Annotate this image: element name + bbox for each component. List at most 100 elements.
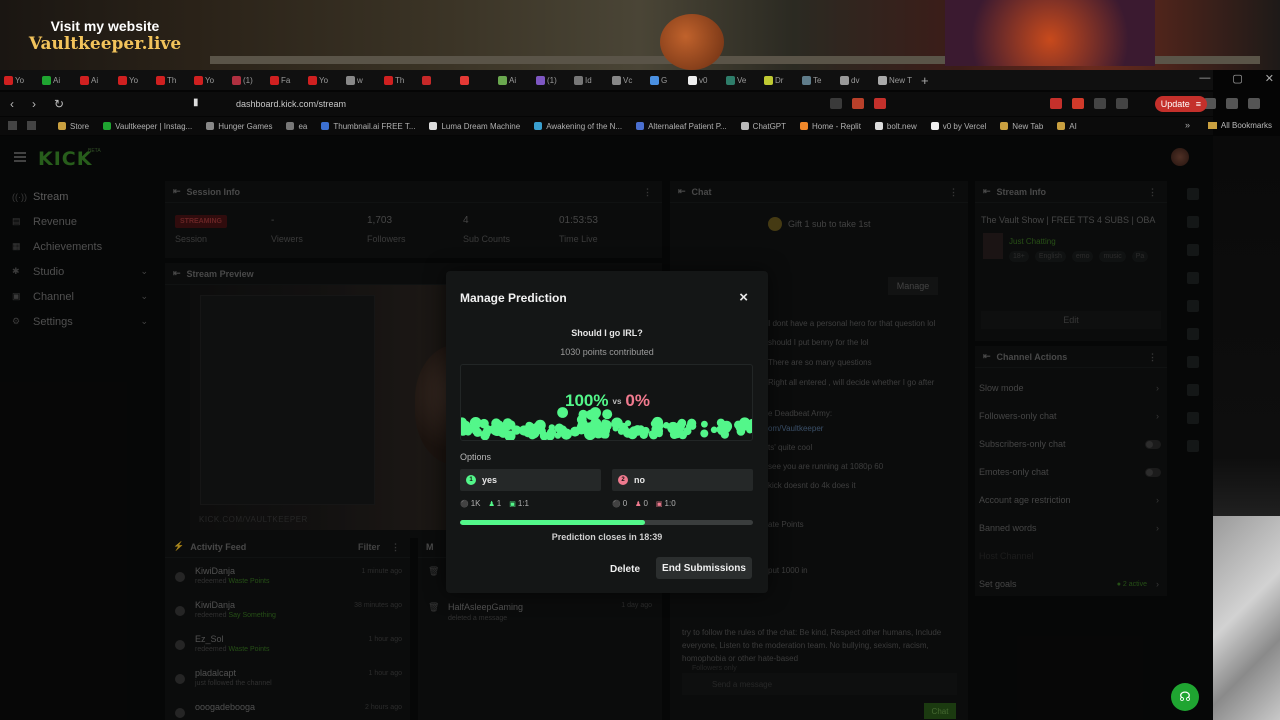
prediction-bubble xyxy=(738,419,750,431)
stat-users-value: 0 xyxy=(643,499,648,508)
extension-red-icon[interactable] xyxy=(1050,98,1062,109)
browser-tab[interactable]: Dr xyxy=(764,73,797,87)
option-yes-stats: ⚫ 1K ♟ 1 ▣ 1:1 xyxy=(460,499,529,508)
browser-tab[interactable]: v0 xyxy=(688,73,721,87)
prediction-bubble xyxy=(499,429,508,438)
browser-tab[interactable]: (1) xyxy=(536,73,569,87)
update-button[interactable]: Update ≡ xyxy=(1154,96,1207,112)
options-label: Options xyxy=(460,452,492,462)
new-tab-button[interactable]: + xyxy=(921,73,929,88)
window-controls: — ▢ ✕ xyxy=(1199,72,1274,85)
bookmark-item[interactable]: Home - Replit xyxy=(800,122,861,131)
bookmark-item[interactable]: Hunger Games xyxy=(206,122,272,131)
bookmark-item[interactable]: Awakening of the N... xyxy=(534,122,622,131)
tab-title: Ai xyxy=(53,75,61,85)
extension-puzzle-icon[interactable] xyxy=(1094,98,1106,109)
tab-favicon-icon xyxy=(308,75,317,85)
bookmark-item[interactable]: Thumbnail.ai FREE T... xyxy=(321,122,415,131)
tab-favicon-icon xyxy=(42,75,51,85)
browser-tab[interactable]: Ve xyxy=(726,73,759,87)
brave-rewards-icon[interactable] xyxy=(874,98,886,109)
prediction-bubble xyxy=(624,420,632,427)
bookmark-item[interactable]: v0 by Vercel xyxy=(930,122,986,131)
close-window-icon[interactable]: ✕ xyxy=(1265,72,1274,85)
bookmark-favicon-icon xyxy=(58,122,66,130)
bookmark-favicon-icon xyxy=(286,122,295,130)
bookmarks-more-icon[interactable]: » xyxy=(1185,120,1190,130)
vpn-icon[interactable] xyxy=(1248,98,1260,109)
browser-tab[interactable]: Yo xyxy=(118,73,151,87)
bookmark-item[interactable]: ea xyxy=(286,122,307,131)
prediction-bubble xyxy=(592,411,600,419)
prediction-bubble xyxy=(686,422,694,430)
forward-icon[interactable]: › xyxy=(32,97,44,111)
apps-grid-icon[interactable] xyxy=(27,121,36,130)
extension-v-icon[interactable] xyxy=(1072,98,1084,109)
brave-shield-icon[interactable] xyxy=(852,98,864,109)
bookmark-item[interactable]: New Tab xyxy=(1000,122,1043,131)
delete-button[interactable]: Delete xyxy=(604,559,646,579)
back-icon[interactable]: ‹ xyxy=(10,97,22,111)
url-input[interactable]: dashboard.kick.com/stream xyxy=(236,99,346,109)
browser-tab[interactable]: Ai xyxy=(498,73,531,87)
bookmark-item[interactable]: Vaultkeeper | Instag... xyxy=(103,122,192,131)
tab-title: (1) xyxy=(547,75,557,85)
browser-tab[interactable]: w xyxy=(346,73,379,87)
browser-tab[interactable]: (1) xyxy=(232,73,265,87)
webcam-cloth xyxy=(1213,516,1280,720)
minimize-icon[interactable]: — xyxy=(1199,72,1210,85)
prediction-bubble xyxy=(554,423,564,433)
browser-tab[interactable]: Ai xyxy=(80,73,113,87)
stat-points: ⚫ 0 xyxy=(612,499,627,508)
all-bookmarks[interactable]: All Bookmarks xyxy=(1207,121,1272,130)
bookmark-item[interactable]: AI xyxy=(1057,122,1077,131)
browser-tab[interactable]: Th xyxy=(156,73,189,87)
bookmark-label: Awakening of the N... xyxy=(546,121,623,131)
prediction-bubble xyxy=(652,425,664,437)
prediction-bubble xyxy=(629,426,639,437)
bookmark-item[interactable]: Alternaleaf Patient P... xyxy=(636,122,727,131)
prediction-bubble xyxy=(591,424,603,436)
stat-points: ⚫ 1K xyxy=(460,499,481,508)
browser-tab[interactable]: Id xyxy=(574,73,607,87)
browser-tab[interactable]: Vc xyxy=(612,73,645,87)
reading-list-icon[interactable] xyxy=(8,121,17,130)
reload-icon[interactable]: ↻ xyxy=(54,97,66,111)
browser-tab[interactable]: Fa xyxy=(270,73,303,87)
menu-icon[interactable]: ≡ xyxy=(1196,99,1201,109)
browser-tab[interactable]: Te xyxy=(802,73,835,87)
tab-favicon-icon xyxy=(194,75,203,85)
close-icon[interactable]: × xyxy=(739,289,748,306)
tab-favicon-icon xyxy=(536,75,545,85)
browser-tab[interactable]: Yo xyxy=(308,73,341,87)
prediction-bubble xyxy=(611,417,623,430)
browser-tab[interactable]: Th xyxy=(384,73,417,87)
tab-title: Yo xyxy=(319,75,329,85)
extension-grid-icon[interactable] xyxy=(1116,98,1128,109)
tab-favicon-icon xyxy=(574,75,583,85)
bookmark-icon[interactable]: ▮ xyxy=(193,97,199,108)
leo-icon[interactable] xyxy=(1226,98,1238,109)
bookmark-item[interactable]: bolt.new xyxy=(874,122,917,131)
bookmark-item[interactable]: Store xyxy=(58,122,89,131)
option-number: 1 xyxy=(466,475,476,485)
end-submissions-button[interactable]: End Submissions xyxy=(656,557,752,579)
browser-tab[interactable]: Yo xyxy=(194,73,227,87)
support-button[interactable]: ☊ xyxy=(1171,683,1199,711)
tab-favicon-icon xyxy=(384,75,393,85)
bookmark-item[interactable]: Luma Dream Machine xyxy=(429,122,520,131)
bookmark-item[interactable]: ChatGPT xyxy=(740,122,786,131)
share-icon[interactable] xyxy=(830,98,842,109)
browser-tab[interactable] xyxy=(460,73,493,87)
webcam-poster xyxy=(945,0,1155,66)
browser-tab[interactable]: Ai xyxy=(42,73,75,87)
browser-tab[interactable]: Yo xyxy=(4,73,37,87)
browser-tab[interactable]: New T xyxy=(878,73,912,87)
browser-tab[interactable] xyxy=(422,73,455,87)
browser-tab[interactable]: G xyxy=(650,73,683,87)
browser-tab[interactable]: dv xyxy=(840,73,873,87)
option-yes[interactable]: 1 yes xyxy=(460,469,601,491)
option-no[interactable]: 2 no xyxy=(612,469,753,491)
restore-icon[interactable]: ▢ xyxy=(1232,72,1242,85)
users-icon: ♟ xyxy=(488,500,495,508)
